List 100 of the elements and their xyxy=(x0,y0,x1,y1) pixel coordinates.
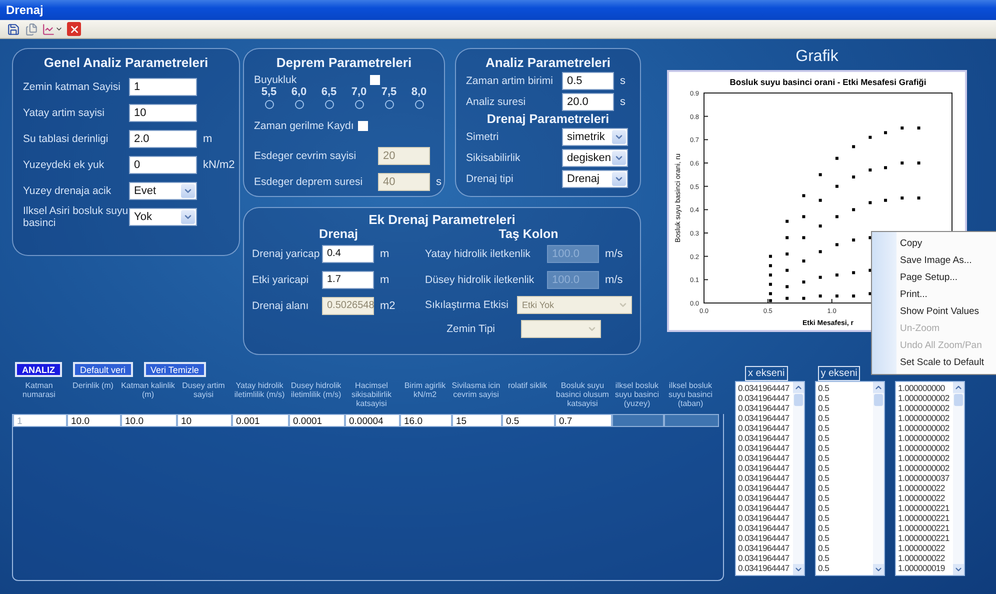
scroll-up-button[interactable] xyxy=(793,382,804,393)
table-cell[interactable]: 0.001 xyxy=(232,414,289,427)
list-item[interactable]: 1.0000000002 xyxy=(898,443,953,453)
list-item[interactable]: 0.0341964447 xyxy=(738,433,793,443)
table-cell[interactable]: 15 xyxy=(452,414,502,427)
list-item[interactable]: 0.0341964447 xyxy=(738,453,793,463)
list-item[interactable]: 0.0341964447 xyxy=(738,473,793,483)
scrollbar[interactable] xyxy=(953,382,964,575)
list-item[interactable]: 1.000000022 xyxy=(898,493,953,503)
list-item[interactable]: 1.000000022 xyxy=(898,553,953,563)
list-item[interactable]: 1.0000000221 xyxy=(898,513,953,523)
dropdown[interactable]: simetrik xyxy=(562,128,628,146)
list-item[interactable]: 1.0000000002 xyxy=(898,433,953,443)
table-cell[interactable]: 0.00004 xyxy=(345,414,400,427)
close-icon[interactable] xyxy=(67,22,81,36)
dropdown[interactable]: Drenaj xyxy=(562,170,628,188)
list-item[interactable]: 0.0341964447 xyxy=(738,543,793,553)
input-field[interactable]: 1 xyxy=(129,78,197,96)
list-item[interactable]: 0.5 xyxy=(818,473,873,483)
table-cell[interactable] xyxy=(612,414,664,427)
table-cell[interactable]: 10.0 xyxy=(67,414,121,427)
list-item[interactable]: 0.0341964447 xyxy=(738,563,793,573)
dropdown[interactable]: Yok xyxy=(129,208,197,226)
list-item[interactable]: 0.5 xyxy=(818,383,873,393)
list-item[interactable]: 1.0000000002 xyxy=(898,413,953,423)
input-field[interactable]: 0.4 xyxy=(322,245,374,263)
action-button[interactable]: Default veri xyxy=(73,362,133,377)
list-item[interactable]: 0.5 xyxy=(818,423,873,433)
dropdown[interactable]: degisken xyxy=(562,148,628,166)
radio-button[interactable] xyxy=(324,100,334,109)
list-item[interactable]: 0.5 xyxy=(818,393,873,403)
list-item[interactable]: 0.5 xyxy=(818,493,873,503)
menu-item[interactable]: Page Setup... xyxy=(872,269,996,286)
list-item[interactable]: 1.0000000002 xyxy=(898,453,953,463)
save-icon[interactable] xyxy=(6,22,20,36)
list-item[interactable]: 1.0000000002 xyxy=(898,463,953,473)
scrollbar[interactable] xyxy=(873,382,884,575)
table-cell[interactable]: 10 xyxy=(177,414,232,427)
list-item[interactable]: 0.5 xyxy=(818,453,873,463)
list-item[interactable]: 0.0341964447 xyxy=(738,403,793,413)
input-field[interactable]: 0 xyxy=(129,156,197,174)
list-item[interactable]: 0.5 xyxy=(818,533,873,543)
list-item[interactable]: 0.0341964447 xyxy=(738,533,793,543)
list-box[interactable]: 0.5 0.5 0.5 0.5 0.5 0.5 0.5 0.5 0.5 0.5 0.5 0.5 0.5 0.5 0.5 0.5 0.5 0.5 0.5 xyxy=(815,381,885,576)
radio-button[interactable] xyxy=(384,100,394,109)
list-item[interactable]: 1.0000000221 xyxy=(898,503,953,513)
list-item[interactable]: 1.000000022 xyxy=(898,543,953,553)
scroll-up-button[interactable] xyxy=(873,382,884,393)
list-item[interactable]: 0.0341964447 xyxy=(738,513,793,523)
list-item[interactable]: 1.0000000002 xyxy=(898,393,953,403)
scroll-down-button[interactable] xyxy=(953,564,964,575)
menu-item[interactable]: Save Image As... xyxy=(872,252,996,269)
table-cell[interactable]: 0.7 xyxy=(555,414,612,427)
list-item[interactable]: 0.0341964447 xyxy=(738,523,793,533)
list-item[interactable]: 1.0000000002 xyxy=(898,423,953,433)
list-item[interactable]: 0.5 xyxy=(818,483,873,493)
list-item[interactable]: 1.0000000037 xyxy=(898,473,953,483)
checkbox[interactable] xyxy=(370,75,380,85)
radio-button[interactable] xyxy=(264,100,274,109)
input-field[interactable]: 0.5 xyxy=(562,72,614,90)
list-item[interactable]: 0.5 xyxy=(818,443,873,453)
table-cell[interactable]: 16.0 xyxy=(400,414,452,427)
scroll-up-button[interactable] xyxy=(953,382,964,393)
list-item[interactable]: 0.0341964447 xyxy=(738,413,793,423)
list-item[interactable]: 1.000000022 xyxy=(898,483,953,493)
input-field[interactable]: 10 xyxy=(129,104,197,122)
input-field[interactable]: 20.0 xyxy=(562,92,614,110)
list-item[interactable]: 1.0000000221 xyxy=(898,533,953,543)
list-item[interactable]: 0.0341964447 xyxy=(738,423,793,433)
list-item[interactable]: 0.0341964447 xyxy=(738,493,793,503)
list-item[interactable]: 0.0341964447 xyxy=(738,393,793,403)
scroll-thumb[interactable] xyxy=(794,394,803,406)
list-item[interactable]: 0.5 xyxy=(818,513,873,523)
list-item[interactable]: 0.5 xyxy=(818,503,873,513)
list-item[interactable]: 1.0000000002 xyxy=(898,403,953,413)
menu-item[interactable]: Copy xyxy=(872,235,996,252)
list-box[interactable] xyxy=(735,381,805,576)
table-cell[interactable]: 0.0001 xyxy=(289,414,345,427)
list-item[interactable]: 0.5 xyxy=(818,523,873,533)
radio-button[interactable] xyxy=(294,100,304,109)
radio-button[interactable] xyxy=(354,100,364,109)
list-item[interactable]: 0.0341964447 xyxy=(738,503,793,513)
dropdown[interactable]: Evet xyxy=(129,182,197,200)
list-item[interactable]: 0.0341964447 xyxy=(738,553,793,563)
chart-dropdown-icon[interactable] xyxy=(42,22,63,36)
list-item[interactable]: 0.5 xyxy=(818,463,873,473)
list-item[interactable]: 0.0341964447 xyxy=(738,443,793,453)
list-item[interactable]: 0.5 xyxy=(818,413,873,423)
list-item[interactable]: 0.5 xyxy=(818,403,873,413)
checkbox[interactable] xyxy=(358,121,368,131)
scrollbar[interactable] xyxy=(793,382,804,575)
scroll-down-button[interactable] xyxy=(873,564,884,575)
list-item[interactable]: 0.0341964447 xyxy=(738,383,793,393)
table-cell[interactable]: 0.5 xyxy=(502,414,555,427)
menu-item[interactable]: Show Point Values xyxy=(872,303,996,320)
analyze-button[interactable]: ANALIZ xyxy=(15,362,62,377)
input-field[interactable]: 2.0 xyxy=(129,130,197,148)
scroll-thumb[interactable] xyxy=(874,394,883,406)
list-item[interactable]: 0.5 xyxy=(818,543,873,553)
menu-item[interactable]: Set Scale to Default xyxy=(872,354,996,371)
